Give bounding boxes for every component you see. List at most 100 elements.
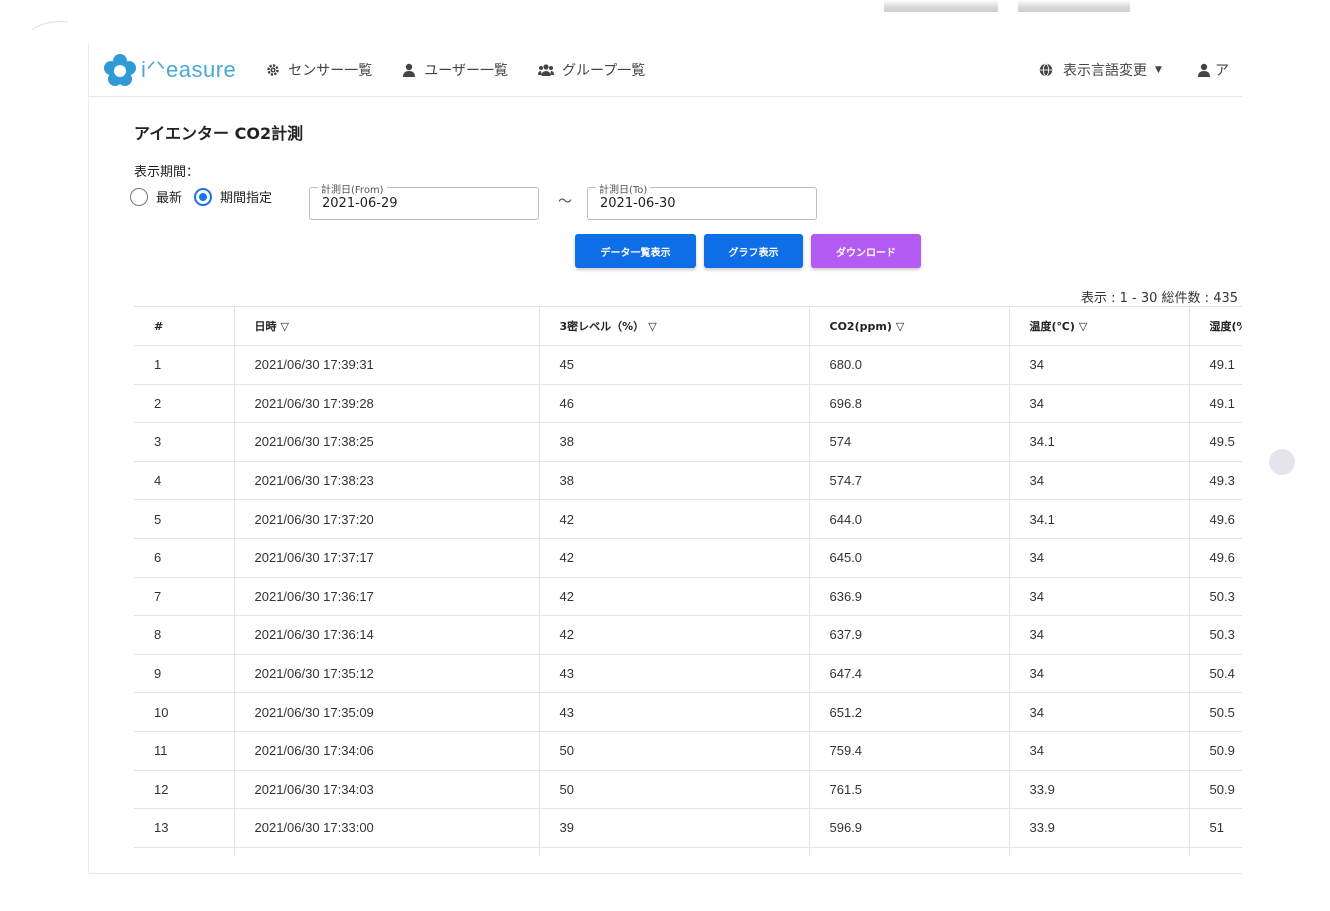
table-cell: 34.1 [1008,499,1189,539]
table-cell: 34 [1008,345,1189,385]
table-cell: 2021/06/30 17:37:17 [233,538,539,578]
radio-latest[interactable] [130,187,148,206]
column-header[interactable]: CO2(ppm) ▽ [808,306,1009,346]
table-cell: 42 [538,615,809,655]
table-cell: 2021/06/30 17:39:28 [233,384,539,424]
users-icon [538,64,555,76]
logo[interactable]: iᐟᐠeasure [103,53,236,87]
nav-user-label: ユーザー一覧 [424,63,509,79]
from-date-field[interactable]: 計測日(From) 2021-06-29 [309,181,539,220]
table-cell: 38 [538,422,809,462]
nav-group-list[interactable]: グループ一覧 [538,60,645,80]
sort-triangle-icon[interactable]: ▽ [896,320,904,333]
table-cell: 50 [538,770,809,810]
data-table-container[interactable]: #日時▽3密レベル（%）▽CO2(ppm)▽温度(℃)▽湿度(% 12021/0… [134,306,1242,856]
radio-range-label[interactable]: 期間指定 [220,187,272,206]
table-cell: 43 [538,654,809,694]
table-cell: 644.0 [808,499,1009,539]
table-row[interactable]: 12 2021/06/30 17:34:03 50 761.5 33.9 50.9 [134,770,1242,810]
period-label: 表示期間： [134,165,200,180]
table-cell: 42 [538,577,809,617]
table-row[interactable]: 10 2021/06/30 17:35:09 43 651.2 34 50.5 [134,692,1242,732]
corner-mark [31,21,69,31]
column-header[interactable]: 日時 ▽ [233,306,539,346]
column-header-label: 3密レベル（%） [559,320,645,333]
language-label: 表示言語変更 [1063,63,1147,79]
sort-triangle-icon[interactable]: ▽ [648,320,656,333]
account-menu[interactable]: ア [1197,60,1229,80]
table-cell: 2021/06/30 17:35:09 [233,692,539,732]
user-icon [403,63,416,77]
graph-button[interactable]: グラフ表示 [704,234,803,268]
table-cell: 34 [1008,538,1189,578]
table-row[interactable]: 11 2021/06/30 17:34:06 50 759.4 34 50.9 [134,731,1242,771]
table-cell: 2021/06/30 17:38:25 [233,422,539,462]
table-cell: 50.9 [1188,770,1242,810]
table-row[interactable]: 5 2021/06/30 17:37:20 42 644.0 34.1 49.6 [134,499,1242,539]
to-date-legend: 計測日(To) [596,181,651,196]
table-row[interactable]: 13 2021/06/30 17:33:00 39 596.9 33.9 51 [134,808,1242,848]
table-cell: 645.0 [808,538,1009,578]
column-header-label: # [154,319,164,333]
browser-top-bars [884,0,1130,12]
table-row[interactable]: 1 2021/06/30 17:39:31 45 680.0 34 49.1 [134,345,1242,385]
table-cell: 43 [538,692,809,732]
table-row[interactable]: 4 2021/06/30 17:38:23 38 574.7 34 49.3 [134,461,1242,501]
data-list-button[interactable]: データ一覧表示 [575,234,696,268]
table-cell: 49.1 [1188,384,1242,424]
table-row[interactable] [134,847,1242,856]
table-cell: 34 [1008,654,1189,694]
table-cell: 50.3 [1188,615,1242,655]
column-header[interactable]: # [134,306,234,346]
table-cell: 42 [538,499,809,539]
table-row[interactable]: 9 2021/06/30 17:35:12 43 647.4 34 50.4 [134,654,1242,694]
language-dropdown[interactable]: 表示言語変更 ▼ [1039,60,1162,80]
data-table: #日時▽3密レベル（%）▽CO2(ppm)▽温度(℃)▽湿度(% 12021/0… [134,306,1242,856]
table-cell: 651.2 [808,692,1009,732]
table-cell: 33.9 [1008,770,1189,810]
table-cell: 34 [1008,384,1189,424]
table-row[interactable]: 3 2021/06/30 17:38:25 38 574 34.1 49.5 [134,422,1242,462]
table-cell [134,847,234,856]
column-header[interactable]: 湿度(% [1188,306,1242,346]
column-header[interactable]: 3密レベル（%） ▽ [538,306,809,346]
radio-range[interactable] [194,187,213,206]
table-cell: 2021/06/30 17:38:23 [233,461,539,501]
table-cell: 45 [538,345,809,385]
table-row[interactable]: 7 2021/06/30 17:36:17 42 636.9 34 50.3 [134,577,1242,617]
table-cell: 647.4 [808,654,1009,694]
table-cell: 574.7 [808,461,1009,501]
record-summary: 表示 : 1 - 30 総件数 : 435 [1081,291,1239,306]
to-date-value[interactable]: 2021-06-30 [600,196,676,211]
radio-latest-label[interactable]: 最新 [156,187,182,206]
table-cell [1188,847,1242,856]
table-row[interactable]: 8 2021/06/30 17:36:14 42 637.9 34 50.3 [134,615,1242,655]
column-header-label: 温度(℃) [1029,320,1075,333]
table-cell [538,847,809,856]
top-bar-2 [1018,0,1130,12]
table-cell: 46 [538,384,809,424]
table-row[interactable]: 2 2021/06/30 17:39:28 46 696.8 34 49.1 [134,384,1242,424]
download-button[interactable]: ダウンロード [811,234,921,268]
table-cell: 680.0 [808,345,1009,385]
table-cell: 2021/06/30 17:37:20 [233,499,539,539]
table-cell: 49.6 [1188,499,1242,539]
table-cell: 636.9 [808,577,1009,617]
sort-triangle-icon[interactable]: ▽ [281,320,289,333]
table-cell: 39 [538,808,809,848]
from-date-value[interactable]: 2021-06-29 [322,196,398,211]
account-user-icon [1198,63,1210,77]
column-header[interactable]: 温度(℃) ▽ [1008,306,1189,346]
nav-sensor-list[interactable]: センサー一覧 [266,60,372,80]
page-title: アイエンター CO2計測 [134,124,304,143]
top-bar-1 [884,0,998,12]
table-row[interactable]: 6 2021/06/30 17:37:17 42 645.0 34 49.6 [134,538,1242,578]
table-cell: 5 [134,499,234,539]
table-cell: 50 [538,731,809,771]
nav-user-list[interactable]: ユーザー一覧 [402,60,508,80]
table-cell: 2021/06/30 17:34:03 [233,770,539,810]
sort-triangle-icon[interactable]: ▽ [1079,320,1087,333]
table-cell: 50.3 [1188,577,1242,617]
scroll-indicator[interactable] [1269,449,1295,475]
to-date-field[interactable]: 計測日(To) 2021-06-30 [587,181,817,220]
